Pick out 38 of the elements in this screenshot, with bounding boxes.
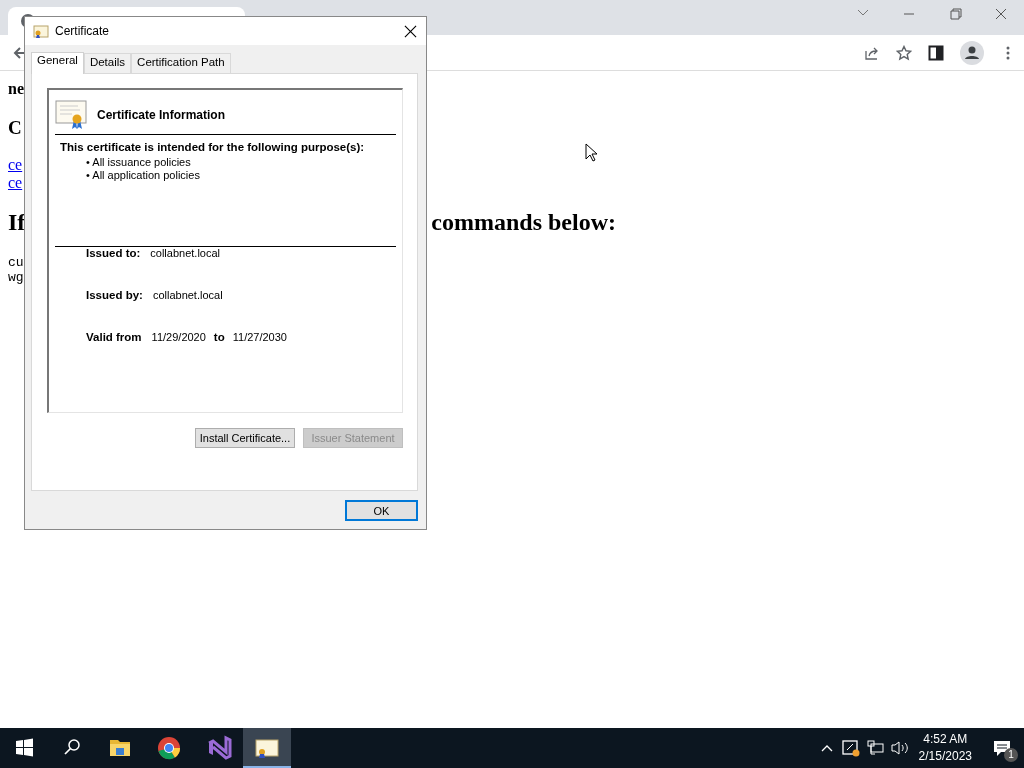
mouse-pointer-icon [585,143,597,162]
certificate-icon [33,23,49,39]
list-item: • All issuance policies [86,156,192,169]
dialog-title: Certificate [55,24,110,38]
page-heading: C [8,117,22,139]
page-link[interactable]: ce [8,156,23,174]
ok-button[interactable]: OK [345,500,418,521]
page-heading: commands below: [431,209,616,236]
star-icon[interactable] [896,44,912,61]
tab[interactable]: Certification Path [131,53,231,73]
field-label: Issued by: [86,289,143,301]
notification-count: 1 [1004,748,1018,762]
list-item: • All application policies [86,169,201,182]
field-label: Issued to: [86,247,141,259]
purpose-heading: This certificate is intended for the following purpose(s): [60,141,366,153]
field-label: Valid from [86,331,142,343]
clock-date: 2/15/2023 [918,748,972,765]
profile-icon[interactable] [960,40,984,65]
code-text: cu [8,255,24,270]
install-certificate-button[interactable]: Install Certificate... [195,428,295,448]
tab[interactable]: General [31,52,84,74]
certificate-icon [55,100,87,130]
field-value: collabnet.local [150,247,221,259]
page-text: ne [8,80,24,98]
clock-time: 4:52 AM [923,731,968,748]
sidebar-icon[interactable] [928,44,944,61]
date-value: 11/29/2020 [151,331,206,343]
tab[interactable]: Details [83,53,132,73]
page-link[interactable]: ce [8,174,23,192]
field-label: to [213,331,225,343]
certificate-icon[interactable] [243,728,291,768]
page-heading: If [8,209,26,236]
date-value: 11/27/2030 [232,331,287,343]
field-value: collabnet.local [152,289,223,301]
code-text: wg [8,270,24,285]
section-title: Certificate Information [97,108,225,122]
close-icon[interactable] [404,24,417,38]
clock[interactable]: 4:52 AM 2/15/2023 [910,731,980,765]
